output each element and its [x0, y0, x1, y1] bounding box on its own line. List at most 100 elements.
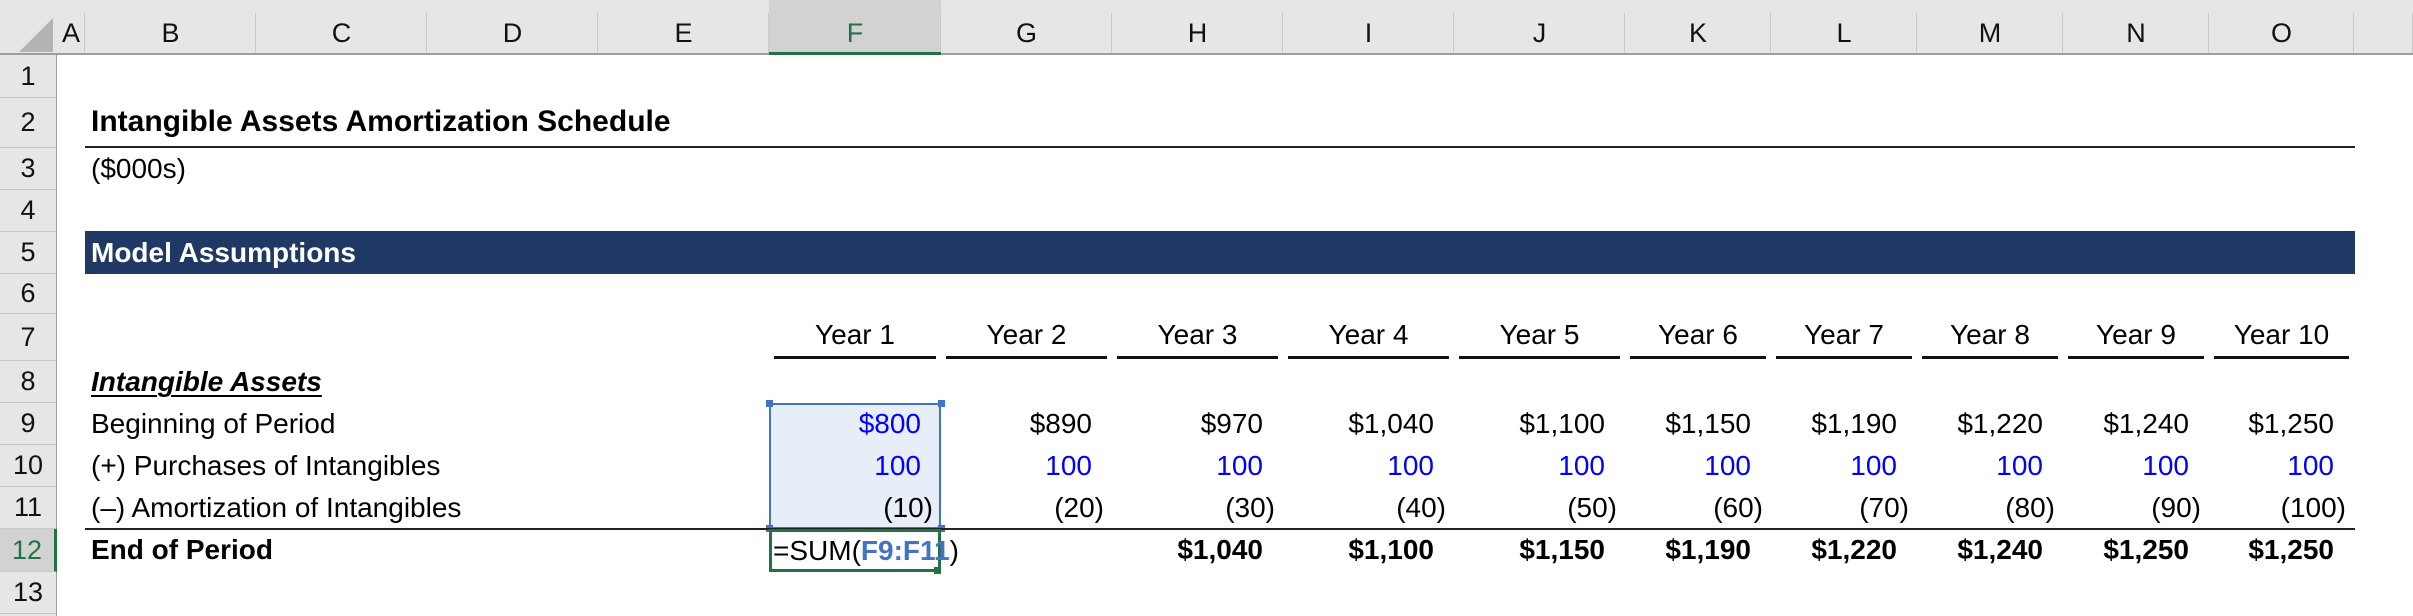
column-header-h[interactable]: H — [1112, 0, 1283, 53]
column-header-n[interactable]: N — [2063, 0, 2209, 53]
year-header: Year 10 — [2233, 319, 2330, 350]
row-header-6[interactable]: 6 — [0, 274, 56, 314]
value-cell[interactable]: $1,220 — [1917, 403, 2063, 445]
value-cell[interactable]: $1,150 — [1625, 403, 1771, 445]
value-cell[interactable]: (30) — [1112, 487, 1283, 529]
select-all-button[interactable] — [0, 0, 57, 55]
value-cell[interactable]: $1,240 — [2063, 403, 2209, 445]
column-header-o[interactable]: O — [2209, 0, 2354, 53]
row-header-11[interactable]: 11 — [0, 487, 56, 529]
value-cell[interactable]: 100 — [1112, 445, 1283, 487]
column-header-g[interactable]: G — [941, 0, 1112, 53]
value-cell[interactable]: (60) — [1625, 487, 1771, 529]
row-header-4[interactable]: 4 — [0, 190, 56, 232]
row-label: End of Period — [91, 534, 273, 565]
row-label: (–) Amortization of Intangibles — [91, 492, 462, 523]
year-header-underline — [1776, 356, 1912, 359]
row-label: (+) Purchases of Intangibles — [91, 450, 441, 481]
value-cell[interactable]: (70) — [1771, 487, 1917, 529]
row-header-8[interactable]: 8 — [0, 361, 56, 403]
value-cell[interactable]: (80) — [1917, 487, 2063, 529]
column-header-d[interactable]: D — [427, 0, 598, 53]
value-cell[interactable]: (10) — [769, 487, 941, 529]
value-cell[interactable]: $1,190 — [1625, 529, 1771, 571]
year-header-underline — [1288, 356, 1449, 359]
year-header: Year 8 — [1950, 319, 2030, 350]
year-header: Year 9 — [2096, 319, 2176, 350]
row-label: Beginning of Period — [91, 408, 336, 439]
value-cell[interactable]: $970 — [1112, 403, 1283, 445]
value-cell[interactable]: $800 — [769, 403, 941, 445]
row-header-5[interactable]: 5 — [0, 232, 56, 274]
column-header-b[interactable]: B — [85, 0, 256, 53]
formula-in-cell[interactable]: =SUM(F9:F11) — [773, 529, 959, 572]
value-cell[interactable]: 100 — [769, 445, 941, 487]
year-header: Year 1 — [815, 319, 895, 350]
column-header-l[interactable]: L — [1771, 0, 1917, 53]
section-banner-title: Model Assumptions — [91, 236, 356, 268]
value-cell[interactable]: 100 — [1917, 445, 2063, 487]
value-cell[interactable]: 100 — [1771, 445, 1917, 487]
value-cell[interactable]: $1,250 — [2063, 529, 2209, 571]
column-header-p[interactable] — [2354, 0, 2413, 53]
row-header-9[interactable]: 9 — [0, 403, 56, 445]
column-header-m[interactable]: M — [1917, 0, 2063, 53]
value-cell[interactable]: (90) — [2063, 487, 2209, 529]
fill-handle[interactable] — [934, 567, 941, 574]
value-cell[interactable]: (50) — [1454, 487, 1625, 529]
value-cell[interactable]: $890 — [941, 403, 1112, 445]
value-cell[interactable]: 100 — [1454, 445, 1625, 487]
column-header-f[interactable]: F — [769, 0, 941, 55]
value-cell[interactable]: 100 — [2209, 445, 2354, 487]
value-cell[interactable]: 100 — [1283, 445, 1454, 487]
row-header-3[interactable]: 3 — [0, 148, 56, 190]
year-header-underline — [1117, 356, 1278, 359]
value-cell[interactable]: (40) — [1283, 487, 1454, 529]
value-cell[interactable]: $1,040 — [1112, 529, 1283, 571]
spreadsheet: ABCDEFGHIJKLMNO 1 2 3 4 5 6 7 8 9 10 11 12 13 Intang… — [0, 0, 2413, 616]
year-header-underline — [2068, 356, 2204, 359]
value-cell[interactable]: 100 — [941, 445, 1112, 487]
value-cell[interactable]: $1,240 — [1917, 529, 2063, 571]
value-cell[interactable]: $1,150 — [1454, 529, 1625, 571]
row-header-2[interactable]: 2 — [0, 98, 56, 148]
value-cell[interactable]: (100) — [2209, 487, 2354, 529]
row-header-12[interactable]: 12 — [0, 529, 57, 572]
value-cell[interactable]: $1,100 — [1283, 529, 1454, 571]
value-cell[interactable]: $1,100 — [1454, 403, 1625, 445]
sheet-title: Intangible Assets Amortization Schedule — [91, 105, 671, 138]
year-header-underline — [1630, 356, 1766, 359]
value-cell[interactable]: $1,190 — [1771, 403, 1917, 445]
year-header: Year 6 — [1658, 319, 1738, 350]
column-header-i[interactable]: I — [1283, 0, 1454, 53]
value-cell[interactable]: (20) — [941, 487, 1112, 529]
column-header-k[interactable]: K — [1625, 0, 1771, 53]
value-cell[interactable]: $1,250 — [2209, 403, 2354, 445]
year-header: Year 4 — [1328, 319, 1409, 350]
column-header-j[interactable]: J — [1454, 0, 1625, 53]
select-all-icon — [19, 18, 53, 52]
row-header-13[interactable]: 13 — [0, 572, 56, 614]
value-cell[interactable]: $1,220 — [1771, 529, 1917, 571]
formula-prefix: =SUM( — [773, 534, 861, 566]
year-header-underline — [1459, 356, 1620, 359]
formula-range-ref: F9:F11 — [860, 534, 950, 566]
year-header-underline — [2214, 356, 2349, 359]
value-cell[interactable]: 100 — [1625, 445, 1771, 487]
section-label-intangible-assets: Intangible Assets — [91, 366, 322, 397]
column-header-e[interactable]: E — [598, 0, 769, 53]
value-cell[interactable]: $1,250 — [2209, 529, 2354, 571]
title-underline — [85, 146, 2355, 148]
value-cell[interactable]: $1,040 — [1283, 403, 1454, 445]
year-header-underline — [1922, 356, 2058, 359]
row-header-1[interactable]: 1 — [0, 55, 56, 98]
year-header: Year 7 — [1804, 319, 1884, 350]
row-header-10[interactable]: 10 — [0, 445, 56, 487]
row-header-7[interactable]: 7 — [0, 314, 56, 361]
units-label: ($000s) — [91, 153, 186, 184]
year-header: Year 5 — [1499, 319, 1580, 350]
column-header-c[interactable]: C — [256, 0, 427, 53]
value-cell[interactable]: 100 — [2063, 445, 2209, 487]
year-header: Year 2 — [986, 319, 1067, 350]
column-header-a[interactable]: A — [57, 0, 85, 53]
